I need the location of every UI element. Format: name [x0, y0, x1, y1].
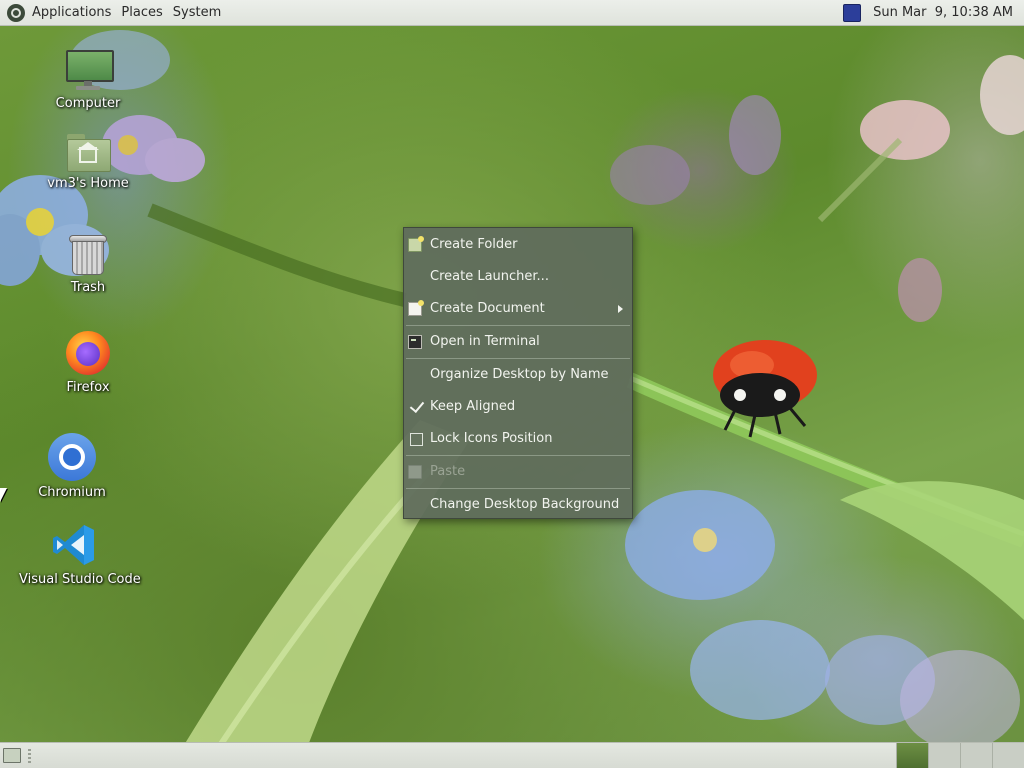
system-menu[interactable]: System	[168, 0, 226, 26]
desktop-icon-label: Chromium	[38, 485, 106, 500]
menu-item-open-terminal[interactable]: Open in Terminal	[404, 326, 632, 358]
menu-item-label: Organize Desktop by Name	[430, 367, 609, 382]
paste-icon	[408, 465, 422, 479]
desktop-icon-computer[interactable]: Computer	[33, 48, 143, 111]
desktop-icon-home[interactable]: vm3's Home	[33, 132, 143, 191]
vscode-icon	[51, 522, 97, 568]
show-desktop-icon[interactable]	[3, 748, 21, 763]
distro-logo-icon[interactable]	[7, 3, 25, 22]
check-icon	[409, 397, 425, 414]
desktop-icon-label: vm3's Home	[47, 176, 129, 191]
workspace-2[interactable]	[928, 743, 960, 768]
menu-item-create-document[interactable]: Create Document	[404, 293, 632, 325]
menu-item-label: Create Launcher...	[430, 269, 549, 284]
menu-item-label: Change Desktop Background	[430, 497, 620, 512]
workspace-4[interactable]	[992, 743, 1024, 768]
workspace-1[interactable]	[896, 743, 928, 768]
places-menu[interactable]: Places	[116, 0, 167, 26]
checkbox-icon	[410, 433, 423, 446]
computer-icon	[64, 48, 114, 92]
new-folder-icon	[408, 236, 424, 252]
menu-item-label: Create Document	[430, 301, 545, 316]
menu-item-organize-by-name[interactable]: Organize Desktop by Name	[404, 359, 632, 391]
update-notifier-icon[interactable]	[843, 3, 862, 22]
workspace-3[interactable]	[960, 743, 992, 768]
menu-item-create-launcher[interactable]: Create Launcher...	[404, 261, 632, 293]
bottom-panel	[0, 742, 1024, 768]
panel-handle[interactable]	[28, 749, 31, 763]
workspace-switcher	[896, 743, 1024, 768]
menu-item-change-background[interactable]: Change Desktop Background	[404, 489, 632, 521]
trash-icon	[68, 232, 108, 276]
menu-item-lock-icons[interactable]: Lock Icons Position	[404, 423, 632, 455]
firefox-icon	[65, 330, 111, 376]
terminal-icon	[408, 335, 422, 349]
desktop-icon-firefox[interactable]: Firefox	[33, 330, 143, 395]
desktop-icon-label: Computer	[55, 96, 121, 111]
desktop-screen: Applications Places System Sun Mar 9, 10…	[0, 0, 1024, 768]
menu-item-label: Lock Icons Position	[430, 431, 553, 446]
desktop-context-menu: Create Folder Create Launcher... Create …	[403, 227, 633, 519]
desktop-icon-trash[interactable]: Trash	[33, 232, 143, 295]
top-panel: Applications Places System Sun Mar 9, 10…	[0, 0, 1024, 26]
menu-item-paste: Paste	[404, 456, 632, 488]
menu-item-keep-aligned[interactable]: Keep Aligned	[404, 391, 632, 423]
applications-menu[interactable]: Applications	[27, 0, 116, 26]
desktop-icon-label: Firefox	[66, 380, 110, 395]
menu-item-label: Keep Aligned	[430, 399, 516, 414]
desktop-icon-vscode[interactable]: Visual Studio Code	[19, 522, 141, 587]
new-document-icon	[408, 300, 424, 316]
chromium-icon	[48, 433, 96, 481]
clock[interactable]: Sun Mar 9, 10:38 AM	[868, 0, 1018, 26]
desktop-icon-label: Trash	[70, 280, 106, 295]
mouse-cursor-icon	[0, 488, 7, 502]
desktop-icon-chromium[interactable]: Chromium	[17, 433, 127, 500]
home-folder-icon	[65, 132, 111, 172]
menu-item-label: Open in Terminal	[430, 334, 540, 349]
menu-item-label: Create Folder	[430, 237, 518, 252]
top-panel-tray: Sun Mar 9, 10:38 AM	[843, 0, 1024, 26]
menu-item-create-folder[interactable]: Create Folder	[404, 229, 632, 261]
menu-item-label: Paste	[430, 464, 466, 479]
submenu-arrow-icon	[618, 305, 623, 313]
desktop-icon-label: Visual Studio Code	[19, 572, 141, 587]
